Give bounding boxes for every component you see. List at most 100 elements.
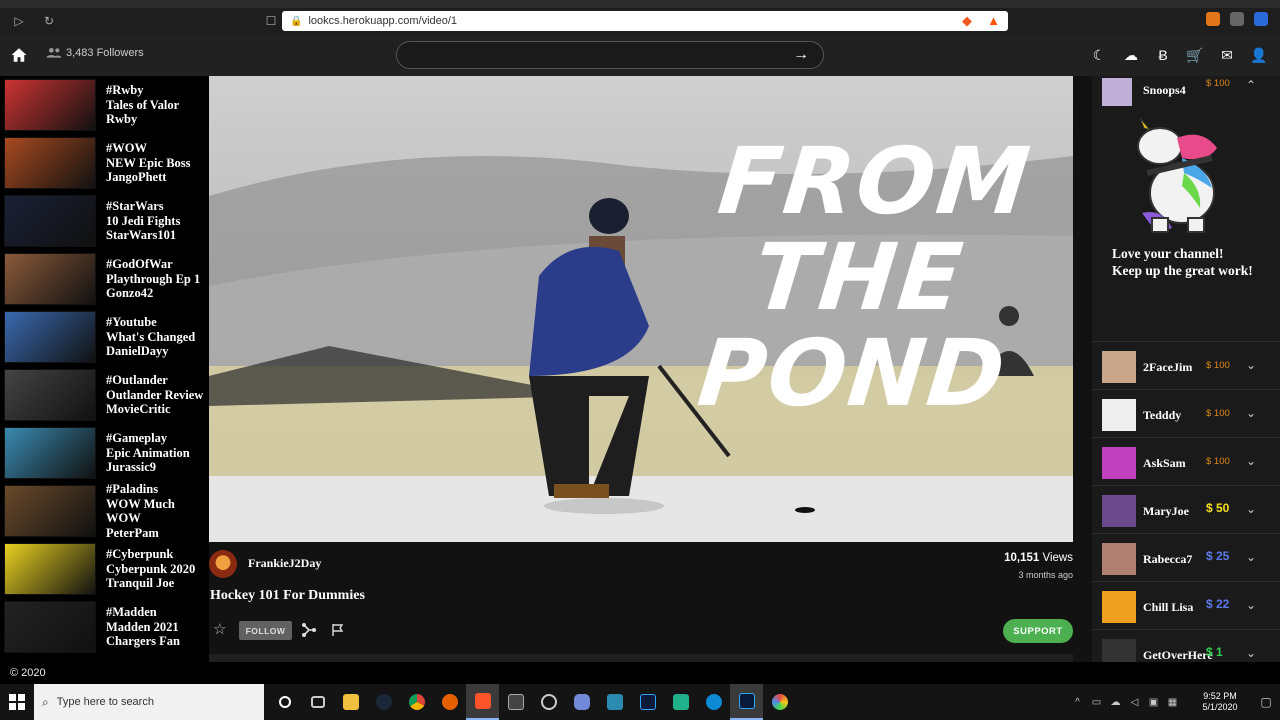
chevron-down-icon[interactable]: ⌄ <box>1246 550 1256 564</box>
monitor-icon[interactable] <box>598 684 631 720</box>
network-icon[interactable]: ▭ <box>1091 697 1102 708</box>
bitcoin-icon[interactable]: Ƀ <box>1154 46 1172 64</box>
shield-icon[interactable]: ▣ <box>1148 697 1159 708</box>
dark-mode-icon[interactable]: ☾ <box>1090 46 1108 64</box>
search-submit-arrow-icon[interactable]: → <box>793 47 809 63</box>
donation-row[interactable]: GetOverHere $ 1 ⌄ <box>1092 630 1280 662</box>
cortana-icon[interactable] <box>268 684 301 720</box>
cart-icon[interactable]: 🛒 <box>1186 46 1204 64</box>
share-icon[interactable] <box>301 622 317 638</box>
address-bar[interactable]: 🔒 lookcs.herokuapp.com/video/1 ◆ ▲ <box>282 11 1008 31</box>
taskbar-search-input[interactable]: ⌕ Type here to search <box>34 684 264 720</box>
video-thumbnail[interactable] <box>4 195 96 247</box>
brave-rewards-icon[interactable]: ▲ <box>987 13 1000 28</box>
brave-icon[interactable] <box>466 684 499 720</box>
video-thumbnail[interactable] <box>4 79 96 131</box>
cloud-icon[interactable]: ☁ <box>1110 697 1121 708</box>
volume-icon[interactable]: ◁ <box>1129 697 1140 708</box>
inbox-icon[interactable]: ✉ <box>1218 46 1236 64</box>
chevron-down-icon[interactable]: ⌄ <box>1246 406 1256 420</box>
discord-icon[interactable] <box>565 684 598 720</box>
donation-row[interactable]: AskSam $ 100 ⌄ <box>1092 438 1280 486</box>
chevron-down-icon[interactable]: ⌄ <box>1246 358 1256 372</box>
home-icon[interactable] <box>10 46 28 64</box>
app-icon[interactable] <box>664 684 697 720</box>
sidebar-video-item[interactable]: #Paladins WOW Much WOW PeterPam <box>0 482 209 540</box>
donation-amount: $ 50 <box>1206 501 1230 515</box>
video-text: #Rwby Tales of Valor Rwby <box>106 83 179 127</box>
channel-name[interactable]: FrankieJ2Day <box>248 556 321 571</box>
sidebar-video-item[interactable]: #WOW NEW Epic Boss JangoPhett <box>0 134 209 192</box>
sidebar-video-item[interactable]: #StarWars 10 Jedi Fights StarWars101 <box>0 192 209 250</box>
sidebar-video-item[interactable]: #Cyberpunk Cyberpunk 2020 Tranquil Joe <box>0 540 209 598</box>
metamask-icon[interactable] <box>1206 12 1220 26</box>
video-text: #StarWars 10 Jedi Fights StarWars101 <box>106 199 180 243</box>
notification-icon[interactable]: ▢ <box>1252 695 1280 709</box>
photoshop-icon[interactable] <box>730 684 763 720</box>
video-thumbnail[interactable] <box>4 253 96 305</box>
chevron-up-icon[interactable]: ^ <box>1072 697 1083 708</box>
browser-tab-strip <box>0 0 1280 8</box>
sidebar-video-item[interactable]: #Youtube What's Changed DanielDayy <box>0 308 209 366</box>
donation-row[interactable]: Chill Lisa $ 22 ⌄ <box>1092 582 1280 630</box>
file-explorer-icon[interactable] <box>334 684 367 720</box>
video-overlay-text: FROM THE POND <box>693 128 1036 427</box>
extension-icon[interactable] <box>1254 12 1268 26</box>
chevron-down-icon[interactable]: ⌄ <box>1246 502 1256 516</box>
donation-message: Love your channel! Keep up the great wor… <box>1112 246 1272 279</box>
video-info: FrankieJ2Day 10,151 Views 3 months ago H… <box>209 542 1073 662</box>
video-thumbnail[interactable] <box>4 369 96 421</box>
flag-icon[interactable] <box>331 623 345 637</box>
star-icon[interactable]: ☆ <box>213 622 229 638</box>
donation-row[interactable]: MaryJoe $ 50 ⌄ <box>1092 486 1280 534</box>
chevron-down-icon[interactable]: ⌄ <box>1246 646 1256 660</box>
media-icon[interactable] <box>499 684 532 720</box>
sidebar-video-item[interactable]: #Madden Madden 2021 Chargers Fan <box>0 598 209 656</box>
follow-button[interactable]: FOLLOW <box>239 621 292 640</box>
edge-icon[interactable] <box>697 684 730 720</box>
colorful-app-icon[interactable] <box>763 684 796 720</box>
sidebar-video-item[interactable]: #GodOfWar Playthrough Ep 1 Gonzo42 <box>0 250 209 308</box>
clock[interactable]: 9:52 PM 5/1/2020 <box>1188 691 1252 713</box>
followers-count: 3,483 Followers <box>46 47 144 59</box>
donor-name: GetOverHere <box>1143 648 1213 662</box>
video-player[interactable]: FROM THE POND <box>209 76 1073 542</box>
photoshop-icon[interactable] <box>631 684 664 720</box>
account-icon[interactable]: 👤 <box>1250 46 1268 64</box>
browser-reload-icon[interactable]: ↻ <box>38 10 60 32</box>
upload-cloud-icon[interactable]: ☁ <box>1122 46 1140 64</box>
task-view-icon[interactable] <box>301 684 334 720</box>
sidebar-video-item[interactable]: #Gameplay Epic Animation Jurassic9 <box>0 424 209 482</box>
donation-amount: $ 100 <box>1206 78 1230 89</box>
app-header: 3,483 Followers → ☾ ☁ Ƀ 🛒 ✉ 👤 <box>0 34 1280 76</box>
video-thumbnail[interactable] <box>4 137 96 189</box>
chrome-icon[interactable] <box>400 684 433 720</box>
keyboard-icon[interactable]: ▦ <box>1167 697 1178 708</box>
donation-expanded[interactable]: Snoops4 $ 100 ⌃ Love your channel! Keep … <box>1092 76 1280 342</box>
app-icon[interactable] <box>532 684 565 720</box>
video-thumbnail[interactable] <box>4 543 96 595</box>
browser-play-icon[interactable]: ▷ <box>8 10 30 32</box>
firefox-icon[interactable] <box>433 684 466 720</box>
video-thumbnail[interactable] <box>4 601 96 653</box>
support-button[interactable]: SUPPORT <box>1003 619 1073 643</box>
brave-shield-icon[interactable]: ◆ <box>962 13 972 29</box>
sidebar-video-item[interactable]: #Outlander Outlander Review MovieCritic <box>0 366 209 424</box>
bookmark-icon[interactable]: ☐ <box>260 10 282 32</box>
donation-row[interactable]: Tedddy $ 100 ⌄ <box>1092 390 1280 438</box>
search-input[interactable]: → <box>396 41 824 69</box>
donation-row[interactable]: Rabecca7 $ 25 ⌄ <box>1092 534 1280 582</box>
extension-icon[interactable] <box>1230 12 1244 26</box>
windows-start-icon[interactable] <box>0 684 34 720</box>
chevron-down-icon[interactable]: ⌄ <box>1246 454 1256 468</box>
channel-avatar[interactable] <box>209 550 237 578</box>
video-title: WOW Much WOW <box>106 496 175 526</box>
donation-row[interactable]: 2FaceJim $ 100 ⌄ <box>1092 342 1280 390</box>
chevron-up-icon[interactable]: ⌃ <box>1246 78 1256 92</box>
steam-icon[interactable] <box>367 684 400 720</box>
video-thumbnail[interactable] <box>4 311 96 363</box>
chevron-down-icon[interactable]: ⌄ <box>1246 598 1256 612</box>
video-thumbnail[interactable] <box>4 485 96 537</box>
video-thumbnail[interactable] <box>4 427 96 479</box>
sidebar-video-item[interactable]: #Rwby Tales of Valor Rwby <box>0 76 209 134</box>
